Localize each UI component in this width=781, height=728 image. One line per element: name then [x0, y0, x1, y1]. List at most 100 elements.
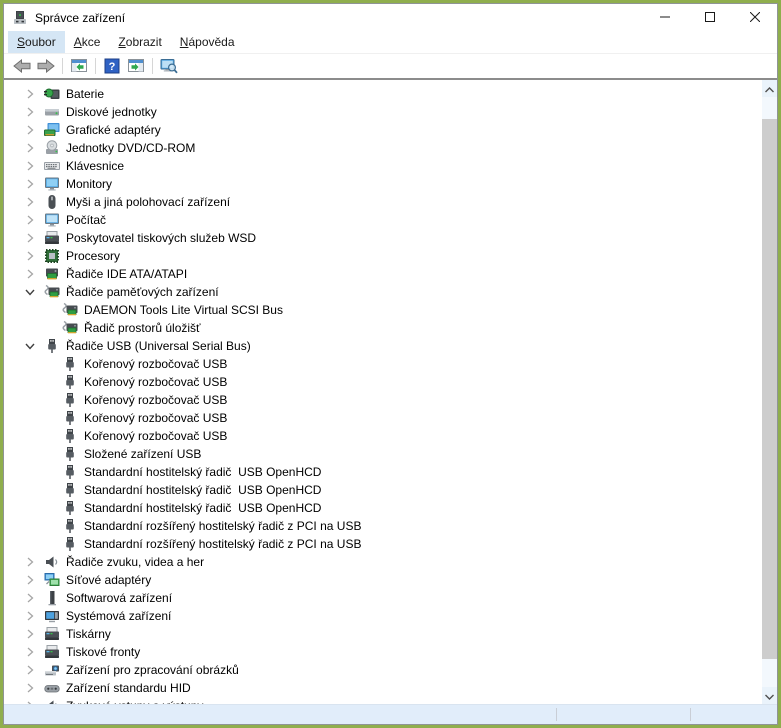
tree-item-tisk-rny[interactable]: Tiskárny — [4, 625, 777, 643]
display-adapter-icon — [44, 122, 60, 138]
chevron-spacer — [40, 356, 56, 372]
title-bar: Správce zařízení — [4, 4, 777, 31]
tree-item-jednotky-dvd-cd-rom[interactable]: Jednotky DVD/CD-ROM — [4, 139, 777, 157]
tree-item-label: Diskové jednotky — [66, 105, 157, 119]
tree-item-monitory[interactable]: Monitory — [4, 175, 777, 193]
tree-item-zvukov-vstupy-a-v-stupy[interactable]: Zvukové vstupy a výstupy — [4, 697, 777, 704]
status-bar-separator — [690, 708, 691, 721]
tree-item-slo-en-za-zen-usb[interactable]: Složené zařízení USB — [4, 445, 777, 463]
processor-icon — [44, 248, 60, 264]
tree-item-standardn-hostitelsk-adi-usb-openhcd[interactable]: Standardní hostitelský řadič USB OpenHCD — [4, 463, 777, 481]
disk-drive-icon — [44, 104, 60, 120]
show-console-tree-button[interactable] — [67, 55, 91, 77]
tree-item-adi-e-pam-ov-ch-za-zen[interactable]: Řadiče paměťových zařízení — [4, 283, 777, 301]
tree-item-ko-enov-rozbo-ova-usb[interactable]: Kořenový rozbočovač USB — [4, 355, 777, 373]
usb-icon — [44, 338, 60, 354]
tree-item-kl-vesnice[interactable]: Klávesnice — [4, 157, 777, 175]
tree-item-po-ta[interactable]: Počítač — [4, 211, 777, 229]
dvd-drive-icon — [44, 140, 60, 156]
desktop-frame: Správce zařízení SouborAkceZobrazitNápov… — [0, 0, 781, 728]
tree-item-standardn-hostitelsk-adi-usb-openhcd[interactable]: Standardní hostitelský řadič USB OpenHCD — [4, 499, 777, 517]
action-pane-button[interactable] — [124, 55, 148, 77]
tree-item-syst-mov-za-zen[interactable]: Systémová zařízení — [4, 607, 777, 625]
tree-item-my-i-a-jin-polohovac-za-zen[interactable]: Myši a jiná polohovací zařízení — [4, 193, 777, 211]
tree-item-poskytovatel-tiskov-ch-slu-eb-wsd[interactable]: Poskytovatel tiskových služeb WSD — [4, 229, 777, 247]
tree-item-standardn-roz-en-hostitelsk-adi-z-pci-na-usb[interactable]: Standardní rozšířený hostitelský řadič z… — [4, 517, 777, 535]
tree-item-ko-enov-rozbo-ova-usb[interactable]: Kořenový rozbočovač USB — [4, 409, 777, 427]
imaging-device-icon — [44, 662, 60, 678]
tree-item-label: Tiskárny — [66, 627, 111, 641]
network-adapter-icon — [44, 572, 60, 588]
toolbar-separator — [62, 58, 63, 74]
tree-item-label: Zařízení pro zpracování obrázků — [66, 663, 239, 677]
scroll-up-icon — [765, 80, 774, 98]
storage-controller-icon — [62, 320, 78, 336]
tree-item-standardn-roz-en-hostitelsk-adi-z-pci-na-usb[interactable]: Standardní rozšířený hostitelský řadič z… — [4, 535, 777, 553]
tree-item-adi-e-zvuku-videa-a-her[interactable]: Řadiče zvuku, videa a her — [4, 553, 777, 571]
chevron-collapsed-icon — [22, 248, 38, 264]
tree-item-ko-enov-rozbo-ova-usb[interactable]: Kořenový rozbočovač USB — [4, 391, 777, 409]
back-button[interactable] — [10, 55, 34, 77]
tree-item-label: Zařízení standardu HID — [66, 681, 191, 695]
tree-item-label: Klávesnice — [66, 159, 124, 173]
chevron-collapsed-icon — [22, 590, 38, 606]
help-button[interactable]: ? — [100, 55, 124, 77]
menu-item-zobrazit[interactable]: Zobrazit — [109, 31, 170, 53]
close-button[interactable] — [732, 4, 777, 31]
menu-item-akce[interactable]: Akce — [65, 31, 110, 53]
tree-item-softwarov-za-zen[interactable]: Softwarová zařízení — [4, 589, 777, 607]
tree-item-standardn-hostitelsk-adi-usb-openhcd[interactable]: Standardní hostitelský řadič USB OpenHCD — [4, 481, 777, 499]
tree-item-label: Standardní hostitelský řadič USB OpenHCD — [84, 501, 321, 515]
tree-item-ko-enov-rozbo-ova-usb[interactable]: Kořenový rozbočovač USB — [4, 373, 777, 391]
tree-item-label: Myši a jiná polohovací zařízení — [66, 195, 230, 209]
tree-item-label: Počítač — [66, 213, 106, 227]
tree-item-grafick-adapt-ry[interactable]: Grafické adaptéry — [4, 121, 777, 139]
device-tree-panel: Baterie Diskové jednotky Grafické adaptéry… — [4, 78, 777, 704]
scroll-down-button[interactable] — [762, 687, 777, 704]
console-window-icon — [71, 58, 87, 74]
maximize-button[interactable] — [687, 4, 732, 31]
tree-item-label: Softwarová zařízení — [66, 591, 172, 605]
scrollbar-track-lower[interactable] — [762, 659, 777, 687]
toolbar-separator — [152, 58, 153, 74]
chevron-collapsed-icon — [22, 140, 38, 156]
minimize-button[interactable] — [642, 4, 687, 31]
tree-item-diskov-jednotky[interactable]: Diskové jednotky — [4, 103, 777, 121]
scroll-up-button[interactable] — [762, 80, 777, 97]
tree-item-za-zen-pro-zpracov-n-obr-zk[interactable]: Zařízení pro zpracování obrázků — [4, 661, 777, 679]
tree-item-label: Baterie — [66, 87, 104, 101]
minimize-icon — [660, 9, 670, 27]
tree-item-adi-e-usb-universal-serial-bus[interactable]: Řadiče USB (Universal Serial Bus) — [4, 337, 777, 355]
tree-item-label: Řadič prostorů úložišť — [84, 321, 201, 335]
back-arrow-icon — [13, 59, 31, 73]
chevron-spacer — [40, 446, 56, 462]
menu-item-n-pov-da[interactable]: Nápověda — [171, 31, 244, 53]
tree-item-daemon-tools-lite-virtual-scsi-bus[interactable]: DAEMON Tools Lite Virtual SCSI Bus — [4, 301, 777, 319]
usb-icon — [62, 464, 78, 480]
window-controls — [642, 4, 777, 31]
toolbar: ? — [4, 54, 777, 78]
tree-item-ko-enov-rozbo-ova-usb[interactable]: Kořenový rozbočovač USB — [4, 427, 777, 445]
vertical-scrollbar[interactable] — [762, 80, 777, 704]
printer-icon — [44, 626, 60, 642]
tree-item-procesory[interactable]: Procesory — [4, 247, 777, 265]
tree-item-adi-e-ide-ata-atapi[interactable]: Řadiče IDE ATA/ATAPI — [4, 265, 777, 283]
chevron-collapsed-icon — [22, 572, 38, 588]
monitor-icon — [44, 176, 60, 192]
tree-item-s-ov-adapt-ry[interactable]: Síťové adaptéry — [4, 571, 777, 589]
chevron-spacer — [40, 482, 56, 498]
forward-button[interactable] — [34, 55, 58, 77]
menu-item-soubor[interactable]: Soubor — [8, 31, 65, 53]
tree-item-baterie[interactable]: Baterie — [4, 85, 777, 103]
usb-icon — [62, 446, 78, 462]
window-title: Správce zařízení — [35, 11, 642, 25]
tree-item-adi-prostor-lo-i[interactable]: Řadič prostorů úložišť — [4, 319, 777, 337]
tree-item-label: Kořenový rozbočovač USB — [84, 411, 227, 425]
scrollbar-track-upper[interactable] — [762, 97, 777, 119]
scrollbar-thumb[interactable] — [762, 119, 777, 659]
tree-item-label: Kořenový rozbočovač USB — [84, 429, 227, 443]
scan-hardware-changes-button[interactable] — [157, 55, 181, 77]
tree-item-za-zen-standardu-hid[interactable]: Zařízení standardu HID — [4, 679, 777, 697]
chevron-collapsed-icon — [22, 104, 38, 120]
tree-item-tiskov-fronty[interactable]: Tiskové fronty — [4, 643, 777, 661]
